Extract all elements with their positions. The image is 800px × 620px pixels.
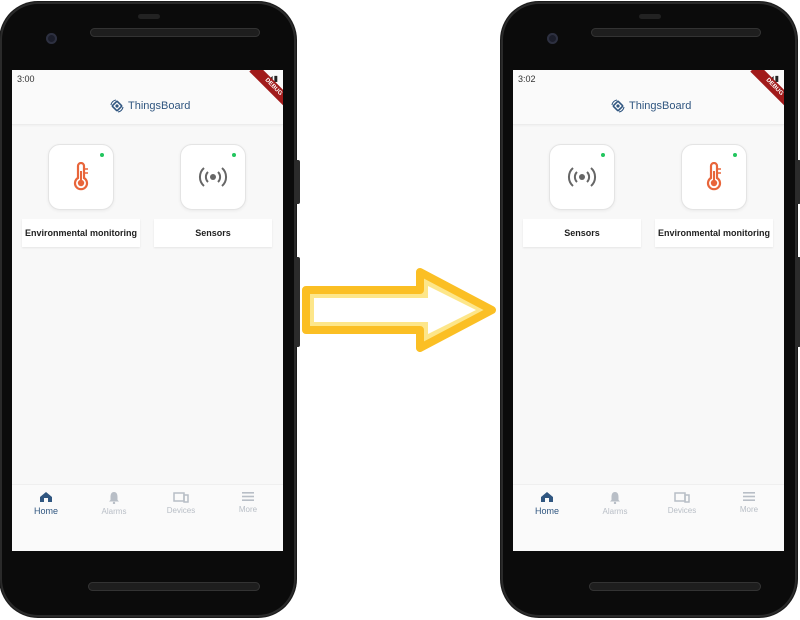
power-button [796, 160, 800, 204]
nav-label: Home [534, 506, 559, 516]
dashboard-card-environmental[interactable]: Environmental monitoring [22, 134, 140, 247]
app-title: ThingsBoard [629, 100, 692, 112]
status-bar: 3:02 ▼◢▮ [513, 70, 784, 88]
online-indicator [232, 153, 236, 157]
power-button [295, 160, 300, 204]
app-bar: ThingsBoard DEBUG [12, 70, 283, 125]
nav-label: Alarms [602, 507, 628, 516]
dashboard-card-sensors[interactable]: Sensors [154, 134, 272, 247]
camera-icon [547, 33, 558, 44]
online-indicator [733, 153, 737, 157]
menu-icon [242, 492, 254, 501]
app-logo: ThingsBoard [109, 98, 190, 114]
dashboard-card-sensors[interactable]: Sensors [523, 134, 641, 247]
bottom-speaker [88, 582, 260, 591]
bottom-speaker [589, 582, 761, 591]
online-indicator [100, 153, 104, 157]
top-slit [639, 14, 661, 19]
home-icon [541, 492, 553, 502]
nav-alarms[interactable]: Alarms [585, 491, 645, 516]
earpiece-speaker [591, 28, 761, 37]
nav-alarms[interactable]: Alarms [84, 491, 144, 516]
devices-icon [173, 492, 189, 503]
dashboard-grid: Sensors Environmental monitoring [523, 134, 774, 247]
card-label: Sensors [523, 219, 641, 247]
app-logo: ThingsBoard [610, 98, 691, 114]
nav-home[interactable]: Home [16, 491, 76, 516]
app-screen: 3:00 ▼◢▮ ThingsBoard DEBUG [12, 70, 283, 551]
card-icon-box [48, 144, 114, 210]
camera-icon [46, 33, 57, 44]
status-time: 3:00 [17, 74, 35, 84]
nav-devices[interactable]: Devices [151, 491, 211, 515]
thingsboard-logo-icon [110, 99, 124, 113]
sensors-icon [198, 167, 228, 187]
app-title: ThingsBoard [128, 100, 191, 112]
app-screen: 3:02 ▼◢▮ ThingsBoard DEBUG [513, 70, 784, 551]
bell-icon [610, 492, 620, 504]
arrow-right-icon [302, 268, 496, 352]
dashboard-grid: Environmental monitoring Sensors [22, 134, 273, 247]
thermometer-icon [706, 162, 722, 191]
card-icon-box [681, 144, 747, 210]
nav-more[interactable]: More [719, 491, 779, 514]
earpiece-speaker [90, 28, 260, 37]
app-bar: ThingsBoard DEBUG [513, 70, 784, 125]
nav-label: More [238, 505, 258, 514]
nav-devices[interactable]: Devices [652, 491, 712, 515]
card-label: Sensors [154, 219, 272, 247]
thermometer-icon [73, 162, 89, 191]
bottom-navigation: Home Alarms Devices More [12, 484, 283, 551]
bottom-navigation: Home Alarms Devices More [513, 484, 784, 551]
menu-icon [743, 492, 755, 501]
card-icon-box [180, 144, 246, 210]
top-slit [138, 14, 160, 19]
nav-label: Devices [667, 506, 697, 515]
devices-icon [674, 492, 690, 503]
phone-after: 3:02 ▼◢▮ ThingsBoard DEBUG [501, 2, 800, 617]
sensors-icon [567, 167, 597, 187]
nav-label: Devices [166, 506, 196, 515]
nav-label: More [739, 505, 759, 514]
nav-label: Alarms [101, 507, 127, 516]
dashboard-card-environmental[interactable]: Environmental monitoring [655, 134, 773, 247]
thingsboard-logo-icon [611, 99, 625, 113]
home-icon [40, 492, 52, 502]
status-time: 3:02 [518, 74, 536, 84]
card-label: Environmental monitoring [22, 219, 140, 247]
volume-button [796, 257, 800, 347]
card-label: Environmental monitoring [655, 219, 773, 247]
phone-before: 3:00 ▼◢▮ ThingsBoard DEBUG [0, 2, 300, 617]
nav-home[interactable]: Home [517, 491, 577, 516]
card-icon-box [549, 144, 615, 210]
nav-more[interactable]: More [218, 491, 278, 514]
bell-icon [109, 492, 119, 504]
online-indicator [601, 153, 605, 157]
nav-label: Home [33, 506, 58, 516]
status-bar: 3:00 ▼◢▮ [12, 70, 283, 88]
